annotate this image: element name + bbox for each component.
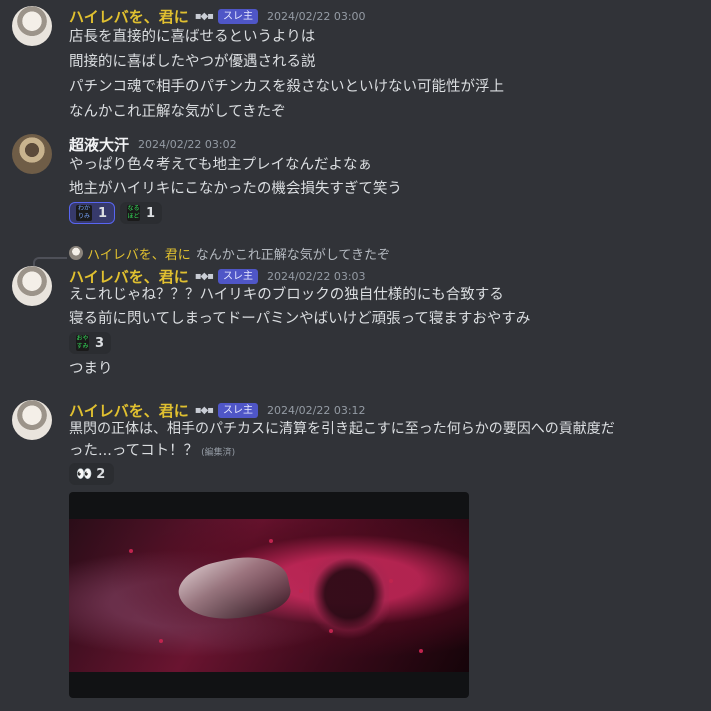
author-name[interactable]: 超液大汗 [69, 134, 129, 155]
message-text: 寝る前に閃いてしまってドーパミンやばいけど頑張って寝ますおやすみ [69, 311, 531, 327]
message-header: ハイレバを、君に ▪◆▪ スレ主 2024/02/22 03:03 [69, 266, 366, 286]
reaction-button[interactable]: わか りみ 1 [69, 202, 115, 224]
message-text: 間接的に喜ばしたやつが優遇される説 [69, 54, 316, 70]
message-text-continued: った...ってコト！？ (編集済) [69, 440, 235, 464]
splash-dot [159, 639, 163, 643]
reaction-count: 1 [145, 205, 155, 221]
role-icon: ▪◆▪ [194, 10, 214, 22]
op-badge: スレ主 [217, 268, 258, 284]
splash-dot [389, 579, 393, 583]
reaction-button[interactable]: なる ほど 1 [120, 202, 162, 224]
op-badge: スレ主 [217, 8, 258, 24]
reaction-count: 1 [98, 205, 108, 221]
message-text: 店長を直接的に喜ばせるというよりは [69, 29, 316, 45]
reaction-count: 3 [94, 335, 104, 351]
splash-dot [299, 589, 303, 593]
timestamp[interactable]: 2024/02/22 03:03 [267, 270, 366, 283]
oyasumi-emoji-icon: おや すみ [76, 335, 89, 351]
message-text: 地主がハイリキにこなかったの機会損失すぎて笑う [69, 181, 402, 197]
timestamp[interactable]: 2024/02/22 03:12 [267, 404, 366, 417]
reaction-button[interactable]: おや すみ 3 [69, 332, 111, 354]
message-text: 黒閃の正体は、相手のパチカスに清算を引き起こすに至った何らかの要因への貢献度だ [69, 421, 615, 437]
wakarimi-emoji-icon: わか りみ [76, 205, 92, 221]
avatar[interactable] [12, 134, 52, 174]
reaction-count: 2 [96, 466, 106, 482]
image-attachment[interactable] [69, 492, 469, 698]
splash-dot [419, 649, 423, 653]
reply-preview[interactable]: ハイレバを、君に なんかこれ正解な気がしてきたぞ [69, 244, 390, 263]
avatar[interactable] [12, 400, 52, 440]
dark-figure-shape [309, 549, 389, 639]
splash-dot [269, 539, 273, 543]
splash-dot [329, 629, 333, 633]
character-figure-shape [173, 548, 295, 630]
message-text: つまり [69, 361, 113, 377]
message-header: ハイレバを、君に ▪◆▪ スレ主 2024/02/22 03:12 [69, 400, 366, 420]
message-text: った...ってコト！？ [69, 443, 199, 459]
naruhodo-emoji-icon: なる ほど [127, 205, 140, 221]
op-badge: スレ主 [217, 402, 258, 418]
message-header: 超液大汗 2024/02/22 03:02 [69, 134, 237, 154]
reaction-button[interactable]: 👀 2 [69, 463, 114, 485]
message-text: やっぱり色々考えても地主プレイなんだよなぁ [69, 157, 373, 173]
author-name[interactable]: ハイレバを、君に [69, 6, 189, 27]
message-header: ハイレバを、君に ▪◆▪ スレ主 2024/02/22 03:00 [69, 6, 366, 26]
edited-label: (編集済) [201, 448, 236, 458]
role-icon: ▪◆▪ [194, 404, 214, 416]
message-text: パチンコ魂で相手のパチンカスを殺さないといけない可能性が浮上 [69, 79, 504, 95]
avatar[interactable] [12, 266, 52, 306]
role-icon: ▪◆▪ [194, 270, 214, 282]
message-text: えこれじゃね？？？ハイリキのブロックの独自仕様的にも合致する [69, 287, 504, 303]
reply-text[interactable]: なんかこれ正解な気がしてきたぞ [196, 244, 390, 263]
avatar[interactable] [12, 6, 52, 46]
timestamp[interactable]: 2024/02/22 03:02 [138, 138, 237, 151]
splash-dot [129, 549, 133, 553]
reply-avatar [69, 246, 83, 260]
reply-author[interactable]: ハイレバを、君に [87, 244, 191, 263]
anime-scene-image [69, 519, 469, 672]
message-text: なんかこれ正解な気がしてきたぞ [69, 104, 286, 120]
timestamp[interactable]: 2024/02/22 03:00 [267, 10, 366, 23]
eyes-emoji-icon: 👀 [76, 466, 92, 482]
